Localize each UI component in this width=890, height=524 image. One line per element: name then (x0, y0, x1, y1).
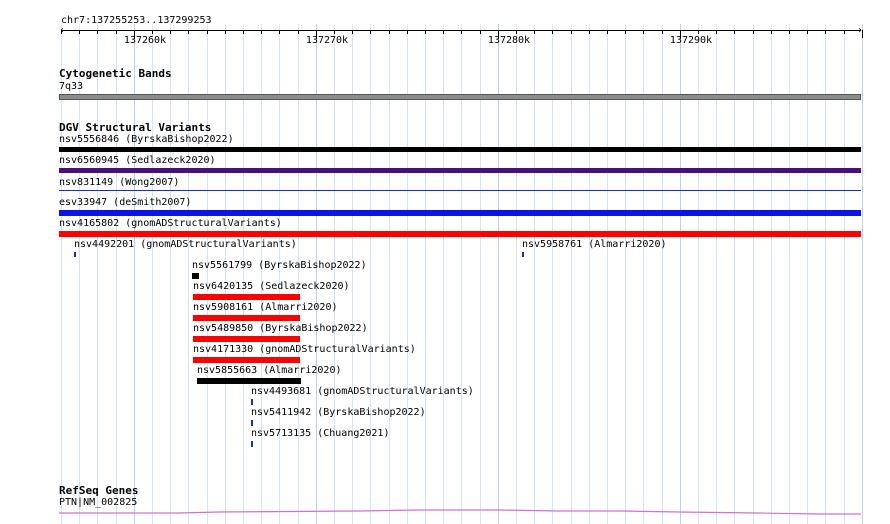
ruler-tick (279, 30, 280, 34)
ruler-tick (116, 30, 117, 34)
feature-bar[interactable] (59, 231, 861, 237)
ruler-tick (716, 30, 717, 34)
feature-bar[interactable] (193, 336, 300, 342)
ruler-tick (734, 30, 735, 34)
feature-label: nsv5556846 (ByrskaBishop2022) (59, 134, 234, 145)
tick-label-137290k: 137290k (669, 35, 713, 46)
feature-bar[interactable] (59, 190, 861, 191)
ruler-tick (97, 30, 98, 34)
tick-label-137280k: 137280k (487, 35, 531, 46)
ruler-tick (698, 30, 699, 34)
gene-model[interactable] (59, 508, 861, 516)
feature-label: nsv6420135 (Sedlazeck2020) (193, 281, 350, 292)
feature-label: esv33947 (deSmith2007) (59, 197, 192, 208)
ruler-tick (571, 30, 572, 34)
ruler-tick (425, 30, 426, 34)
ruler-tick (261, 30, 262, 34)
ruler-tick (516, 30, 517, 34)
ruler-tick (662, 30, 663, 34)
feature-label: nsv5561799 (ByrskaBishop2022) (192, 260, 367, 271)
feature-label: nsv4493681 (gnomADStructuralVariants) (251, 386, 474, 397)
feature-label: nsv5908161 (Almarri2020) (193, 302, 338, 313)
ruler-tick (589, 30, 590, 34)
ruler-tick (552, 30, 553, 34)
ruler-tick (170, 30, 171, 34)
ruler-tick (152, 30, 153, 34)
feature-bar[interactable] (522, 252, 524, 257)
refseq-track-title: RefSeq Genes (59, 484, 139, 497)
feature-bar[interactable] (251, 420, 253, 426)
ruler-tick (625, 30, 626, 34)
ruler-tick (862, 30, 863, 38)
ruler-tick (352, 30, 353, 34)
feature-label: nsv4165802 (gnomADStructuralVariants) (59, 218, 282, 229)
feature-bar[interactable] (251, 441, 253, 447)
feature-bar[interactable] (74, 252, 76, 257)
cytoband-label: 7q33 (59, 81, 84, 92)
ruler-tick (298, 30, 299, 34)
feature-bar[interactable] (192, 273, 199, 279)
cytoband-bar[interactable] (59, 94, 861, 100)
feature-label: nsv5855663 (Almarri2020) (197, 365, 342, 376)
feature-bar[interactable] (193, 315, 300, 321)
ruler-tick (334, 30, 335, 34)
feature-bar[interactable] (59, 168, 861, 173)
ruler-tick (243, 30, 244, 34)
feature-bar[interactable] (251, 399, 253, 405)
dgv-track-title: DGV Structural Variants (59, 121, 212, 134)
ruler-tick (753, 30, 754, 34)
ruler-tick (844, 30, 845, 34)
feature-bar[interactable] (197, 378, 301, 384)
ruler-tick (207, 30, 208, 34)
ruler-tick (825, 30, 826, 34)
ruler-tick (461, 30, 462, 34)
tick-label-137270k: 137270k (305, 35, 349, 46)
scroll-left-arrow-icon[interactable]: ‹ (59, 26, 65, 36)
ruler-tick (771, 30, 772, 34)
grid-line (862, 24, 863, 524)
ruler-tick (534, 30, 535, 34)
gene-label: PTN|NM_002825 (59, 497, 138, 508)
tick-label-137260k: 137260k (123, 35, 167, 46)
feature-label: nsv4492201 (gnomADStructuralVariants) (74, 239, 297, 250)
feature-label: nsv5713135 (Chuang2021) (251, 428, 390, 439)
feature-label: nsv831149 (Wong2007) (59, 177, 180, 188)
ruler-tick (807, 30, 808, 34)
ruler-tick (389, 30, 390, 34)
location-label: chr7:137255253..137299253 (61, 15, 212, 26)
feature-label: nsv6560945 (Sedlazeck2020) (59, 155, 216, 166)
ruler-tick (79, 30, 80, 34)
ruler-tick (225, 30, 226, 34)
ruler-tick (443, 30, 444, 34)
ruler-tick (188, 30, 189, 34)
ruler-tick (643, 30, 644, 34)
ruler-tick (61, 30, 62, 34)
ruler-tick (480, 30, 481, 34)
feature-bar[interactable] (59, 210, 861, 216)
feature-bar[interactable] (193, 294, 300, 300)
ruler-tick (789, 30, 790, 34)
cytoband-track-title: Cytogenetic Bands (59, 67, 172, 80)
feature-label: nsv5958761 (Almarri2020) (522, 239, 667, 250)
feature-label: nsv4171330 (gnomADStructuralVariants) (193, 344, 416, 355)
ruler-tick (407, 30, 408, 34)
ruler-tick (607, 30, 608, 34)
feature-label: nsv5411942 (ByrskaBishop2022) (251, 407, 426, 418)
ruler-tick (370, 30, 371, 34)
feature-label: nsv5489850 (ByrskaBishop2022) (193, 323, 368, 334)
feature-bar[interactable] (59, 147, 861, 152)
feature-bar[interactable] (193, 357, 300, 363)
